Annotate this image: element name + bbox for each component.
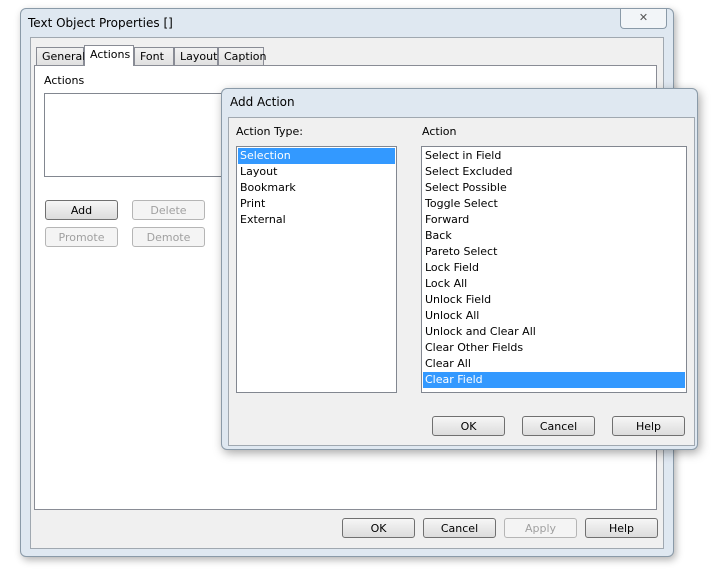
actions-list[interactable] — [44, 93, 244, 177]
action-type-item[interactable]: External — [238, 212, 395, 228]
add-action-help-button[interactable]: Help — [612, 416, 685, 436]
action-type-item[interactable]: Selection — [238, 148, 395, 164]
add-action-title: Add Action — [230, 95, 295, 109]
action-item[interactable]: Select in Field — [423, 148, 685, 164]
action-item[interactable]: Back — [423, 228, 685, 244]
cancel-button[interactable]: Cancel — [423, 518, 496, 538]
action-type-label: Action Type: — [236, 125, 303, 138]
apply-button[interactable]: Apply — [504, 518, 577, 538]
ok-button[interactable]: OK — [342, 518, 415, 538]
action-type-list[interactable]: Selection Layout Bookmark Print External — [236, 146, 397, 393]
window-title: Text Object Properties [] — [28, 16, 173, 30]
action-item[interactable]: Lock Field — [423, 260, 685, 276]
actions-label: Actions — [44, 74, 85, 87]
add-action-cancel-button[interactable]: Cancel — [522, 416, 595, 436]
add-action-ok-button[interactable]: OK — [432, 416, 505, 436]
tab-actions[interactable]: Actions — [84, 45, 134, 66]
action-item[interactable]: Toggle Select — [423, 196, 685, 212]
close-button[interactable]: ✕ — [620, 9, 667, 29]
action-item[interactable]: Forward — [423, 212, 685, 228]
action-label: Action — [422, 125, 457, 138]
action-item[interactable]: Clear Field — [423, 372, 685, 388]
action-item[interactable]: Unlock and Clear All — [423, 324, 685, 340]
action-item[interactable]: Select Excluded — [423, 164, 685, 180]
action-list[interactable]: Select in Field Select Excluded Select Pos… — [421, 146, 687, 393]
action-item[interactable]: Unlock All — [423, 308, 685, 324]
action-type-item[interactable]: Layout — [238, 164, 395, 180]
action-item[interactable]: Select Possible — [423, 180, 685, 196]
action-item[interactable]: Lock All — [423, 276, 685, 292]
action-item[interactable]: Clear All — [423, 356, 685, 372]
delete-button[interactable]: Delete — [132, 200, 205, 220]
action-item[interactable]: Clear Other Fields — [423, 340, 685, 356]
tab-font[interactable]: Font — [134, 47, 174, 65]
add-button[interactable]: Add — [45, 200, 118, 220]
tab-layout[interactable]: Layout — [174, 47, 218, 65]
tab-general[interactable]: General — [36, 47, 85, 65]
demote-button[interactable]: Demote — [132, 227, 205, 247]
action-type-item[interactable]: Print — [238, 196, 395, 212]
add-action-dialog: Add Action Action Type: Action Selection… — [221, 88, 698, 450]
action-item[interactable]: Pareto Select — [423, 244, 685, 260]
close-icon: ✕ — [638, 11, 649, 24]
tab-caption[interactable]: Caption — [218, 47, 266, 65]
action-type-item[interactable]: Bookmark — [238, 180, 395, 196]
help-button[interactable]: Help — [585, 518, 658, 538]
promote-button[interactable]: Promote — [45, 227, 118, 247]
action-item[interactable]: Unlock Field — [423, 292, 685, 308]
